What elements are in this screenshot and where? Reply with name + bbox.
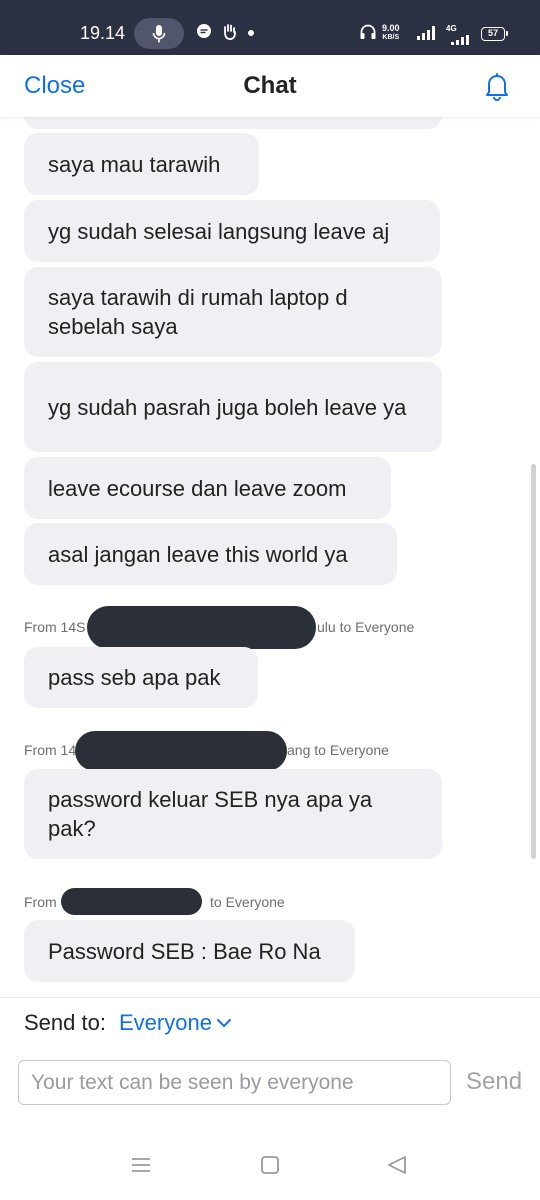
message-bubble: saya mau tarawih — [24, 133, 259, 195]
page-title: Chat — [243, 72, 297, 99]
scrollbar[interactable] — [531, 464, 536, 859]
recipient-label: ang to Everyone — [287, 742, 389, 758]
message-text: yg sudah selesai langsung leave aj — [48, 218, 390, 244]
dot-icon — [248, 30, 254, 36]
message-text: yg sudah pasrah juga boleh leave ya — [48, 394, 407, 420]
message-bubble: pass seb apa pak — [24, 647, 258, 708]
sender-label: From 14S — [24, 619, 86, 635]
composer: Send to: Everyone Your text can be seen … — [0, 997, 540, 1130]
battery-icon: 57 — [481, 27, 508, 41]
recipient-label: ulu to Everyone — [317, 619, 415, 635]
send-button[interactable]: Send — [466, 1068, 522, 1096]
input-placeholder: Your text can be seen by everyone — [31, 1070, 354, 1094]
message-text: saya tarawih di rumah laptop d sebelah s… — [48, 285, 348, 339]
chat-bubble-icon — [196, 23, 212, 39]
status-bar: 19.14 9.00 KB/S 4G 57 — [0, 0, 540, 55]
message-text: asal jangan leave this world ya — [48, 541, 348, 567]
message-bubble: Password SEB : Bae Ro Na — [24, 920, 355, 982]
home-icon[interactable] — [259, 1155, 281, 1180]
back-icon[interactable] — [386, 1155, 408, 1180]
send-to-dropdown[interactable]: Everyone — [119, 1010, 232, 1036]
message-bubble: yg sudah selesai langsung leave aj — [24, 200, 440, 262]
message-input[interactable]: Your text can be seen by everyone — [18, 1060, 451, 1105]
signal-icon-2 — [450, 35, 470, 45]
message-bubble: password keluar SEB nya apa ya pak? — [24, 769, 442, 859]
message-bubble: asal jangan leave this world ya — [24, 523, 397, 585]
message-bubble: yg sudah pasrah juga boleh leave ya — [24, 362, 442, 452]
message-text: leave ecourse dan leave zoom — [48, 475, 347, 501]
network-type: 4G — [446, 24, 457, 33]
sender-label: From — [24, 894, 57, 910]
mic-icon — [134, 18, 184, 49]
chat-header: Close Chat — [0, 55, 540, 117]
menu-icon[interactable] — [130, 1155, 152, 1180]
chat-list[interactable]: saya mau tarawih yg sudah selesai langsu… — [0, 117, 540, 997]
chevron-down-icon — [216, 1019, 231, 1028]
message-bubble — [24, 117, 442, 129]
headphones-icon — [359, 23, 377, 41]
recipient-label: to Everyone — [210, 894, 285, 910]
send-to-value: Everyone — [119, 1010, 212, 1035]
redacted-name — [87, 606, 316, 649]
message-bubble: saya tarawih di rumah laptop d sebelah s… — [24, 267, 442, 357]
system-nav-bar — [0, 1130, 540, 1200]
redacted-name — [61, 888, 202, 915]
message-bubble: leave ecourse dan leave zoom — [24, 457, 391, 519]
hand-icon — [221, 23, 239, 41]
send-to-label: Send to: — [24, 1010, 106, 1035]
message-text: Password SEB : Bae Ro Na — [48, 938, 321, 964]
message-text: password keluar SEB nya apa ya pak? — [48, 787, 373, 841]
sender-label: From 14 — [24, 742, 77, 758]
signal-icon — [416, 25, 436, 41]
message-text: pass seb apa pak — [48, 665, 221, 690]
message-text: saya mau tarawih — [48, 151, 221, 177]
bell-icon[interactable] — [480, 69, 514, 103]
redacted-name — [75, 731, 287, 771]
status-time: 19.14 — [80, 23, 126, 43]
net-speed: 9.00 KB/S — [382, 23, 400, 42]
